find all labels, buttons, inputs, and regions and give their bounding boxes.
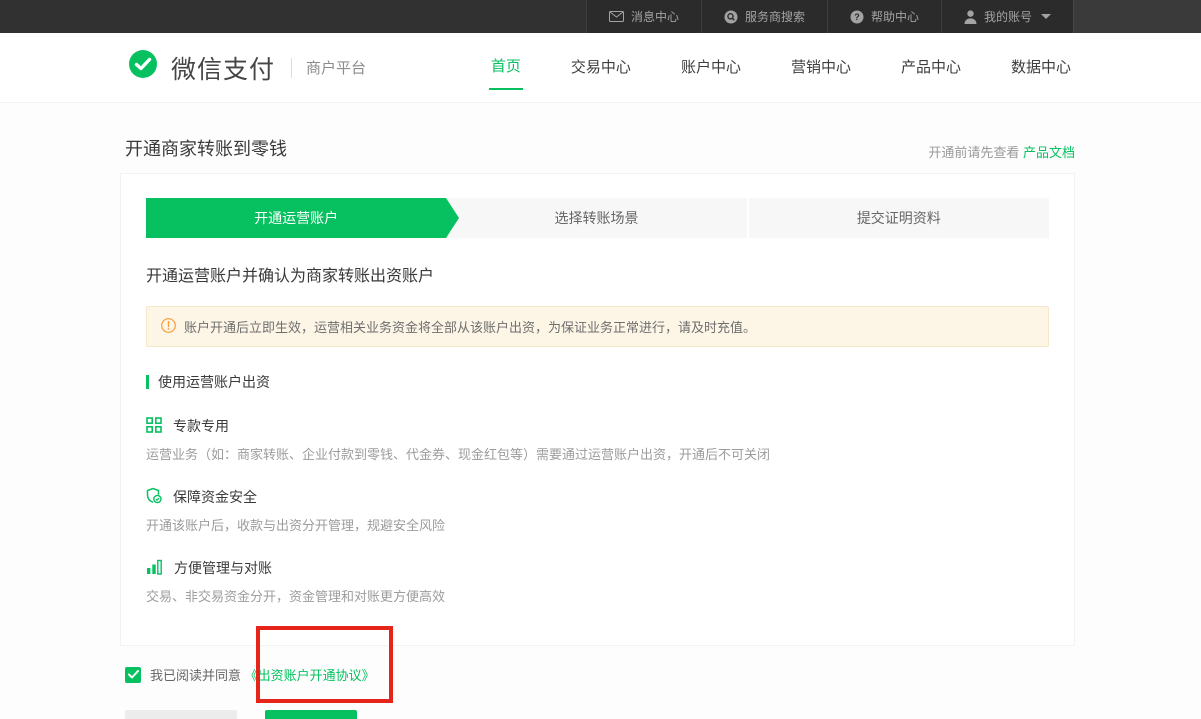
warning-icon bbox=[161, 318, 176, 336]
grid-icon bbox=[146, 417, 162, 436]
step-label: 选择转账场景 bbox=[554, 208, 638, 228]
site-header: 微信支付 商户平台 首页 交易中心 账户中心 营销中心 产品中心 数据中心 bbox=[0, 33, 1201, 103]
feature-title: 专款专用 bbox=[173, 416, 229, 436]
brand-name: 微信支付 bbox=[171, 50, 275, 86]
nav-item-account-center[interactable]: 账户中心 bbox=[679, 46, 743, 89]
mail-icon bbox=[609, 11, 624, 22]
feature-title: 方便管理与对账 bbox=[174, 558, 272, 578]
page-title-row: 开通商家转账到零钱 开通前请先查看 产品文档 bbox=[0, 103, 1201, 161]
topbar-item-label: 我的账号 bbox=[984, 8, 1032, 25]
onboarding-card: 开通运营账户 选择转账场景 提交证明资料 开通运营账户并确认为商家转账出资账户 … bbox=[120, 173, 1075, 646]
brand-divider bbox=[291, 58, 292, 78]
chevron-down-icon bbox=[1041, 14, 1051, 19]
topbar-item-label: 消息中心 bbox=[631, 8, 679, 25]
feature-desc: 交易、非交易资金分开，资金管理和对账更方便高效 bbox=[146, 586, 1049, 605]
page-title: 开通商家转账到零钱 bbox=[125, 135, 287, 161]
product-doc-link[interactable]: 产品文档 bbox=[1023, 145, 1075, 160]
notice-text: 账户开通后立即生效，运营相关业务资金将全部从该账户出资，为保证业务正常进行，请及… bbox=[184, 317, 756, 336]
feature-title: 保障资金安全 bbox=[173, 487, 257, 507]
topbar-item-account[interactable]: 我的账号 bbox=[941, 0, 1073, 33]
feature-fund-safety: 保障资金安全 开通该账户后，收款与出资分开管理，规避安全风险 bbox=[146, 487, 1049, 534]
user-icon bbox=[964, 10, 977, 24]
topbar-item-provider-search[interactable]: 服务商搜索 bbox=[701, 0, 827, 33]
feature-easy-reconciliation: 方便管理与对账 交易、非交易资金分开，资金管理和对账更方便高效 bbox=[146, 558, 1049, 605]
step-open-operating-account: 开通运营账户 bbox=[146, 198, 446, 238]
agreement-row: 我已阅读并同意 《出资账户开通协议》 bbox=[125, 665, 1201, 684]
chart-icon bbox=[146, 559, 163, 578]
section-title: 使用运营账户出资 bbox=[158, 372, 270, 392]
brand[interactable]: 微信支付 商户平台 bbox=[125, 47, 366, 88]
topbar-item-help[interactable]: ? 帮助中心 bbox=[827, 0, 941, 33]
topbar-item-label: 帮助中心 bbox=[871, 8, 919, 25]
brand-platform-label: 商户平台 bbox=[306, 57, 366, 78]
agreement-checkbox[interactable] bbox=[125, 667, 141, 683]
agreement-label: 我已阅读并同意 bbox=[150, 668, 245, 683]
nav-item-home[interactable]: 首页 bbox=[489, 45, 523, 90]
topbar-item-label: 服务商搜索 bbox=[745, 8, 805, 25]
open-later-button[interactable]: 稍后开通 bbox=[125, 710, 237, 719]
search-icon bbox=[724, 10, 738, 24]
nav-item-marketing[interactable]: 营销中心 bbox=[789, 46, 853, 89]
svg-text:?: ? bbox=[854, 12, 860, 22]
shield-icon bbox=[146, 487, 162, 507]
global-topbar: 消息中心 服务商搜索 ? 帮助中心 我的账号 bbox=[0, 0, 1201, 33]
agreement-link[interactable]: 《出资账户开通协议》 bbox=[245, 668, 375, 683]
step-choose-transfer-scene: 选择转账场景 bbox=[446, 198, 746, 238]
help-icon: ? bbox=[850, 10, 864, 24]
wechat-pay-logo-icon bbox=[125, 47, 161, 88]
topbar-item-messages[interactable]: 消息中心 bbox=[586, 0, 701, 33]
step-submit-proof: 提交证明资料 bbox=[749, 198, 1049, 238]
action-buttons: 稍后开通 下一步 bbox=[125, 710, 1201, 719]
notice-banner: 账户开通后立即生效，运营相关业务资金将全部从该账户出资，为保证业务正常进行，请及… bbox=[146, 306, 1049, 347]
card-heading: 开通运营账户并确认为商家转账出资账户 bbox=[146, 262, 1049, 286]
feature-dedicated-funds: 专款专用 运营业务（如：商家转账、企业付款到零钱、代金券、现金红包等）需要通过运… bbox=[146, 416, 1049, 463]
nav-item-products[interactable]: 产品中心 bbox=[899, 46, 963, 89]
nav-item-transactions[interactable]: 交易中心 bbox=[569, 46, 633, 89]
doc-hint-text: 开通前请先查看 bbox=[928, 145, 1023, 160]
page-body: 开通商家转账到零钱 开通前请先查看 产品文档 开通运营账户 选择转账场景 提交证… bbox=[0, 103, 1201, 719]
next-step-button[interactable]: 下一步 bbox=[265, 710, 357, 719]
agreement-text: 我已阅读并同意 《出资账户开通协议》 bbox=[150, 665, 375, 684]
feature-desc: 运营业务（如：商家转账、企业付款到零钱、代金券、现金红包等）需要通过运营账户出资… bbox=[146, 444, 1049, 463]
topbar-spacer bbox=[1073, 0, 1201, 33]
feature-desc: 开通该账户后，收款与出资分开管理，规避安全风险 bbox=[146, 515, 1049, 534]
nav-item-data-center[interactable]: 数据中心 bbox=[1009, 46, 1073, 89]
step-indicator: 开通运营账户 选择转账场景 提交证明资料 bbox=[146, 198, 1049, 238]
step-label: 开通运营账户 bbox=[254, 208, 338, 228]
section-title-row: 使用运营账户出资 bbox=[146, 372, 1049, 392]
doc-note: 开通前请先查看 产品文档 bbox=[928, 142, 1075, 161]
main-nav: 首页 交易中心 账户中心 营销中心 产品中心 数据中心 bbox=[443, 45, 1073, 90]
step-label: 提交证明资料 bbox=[857, 208, 941, 228]
section-accent-bar bbox=[146, 375, 149, 389]
